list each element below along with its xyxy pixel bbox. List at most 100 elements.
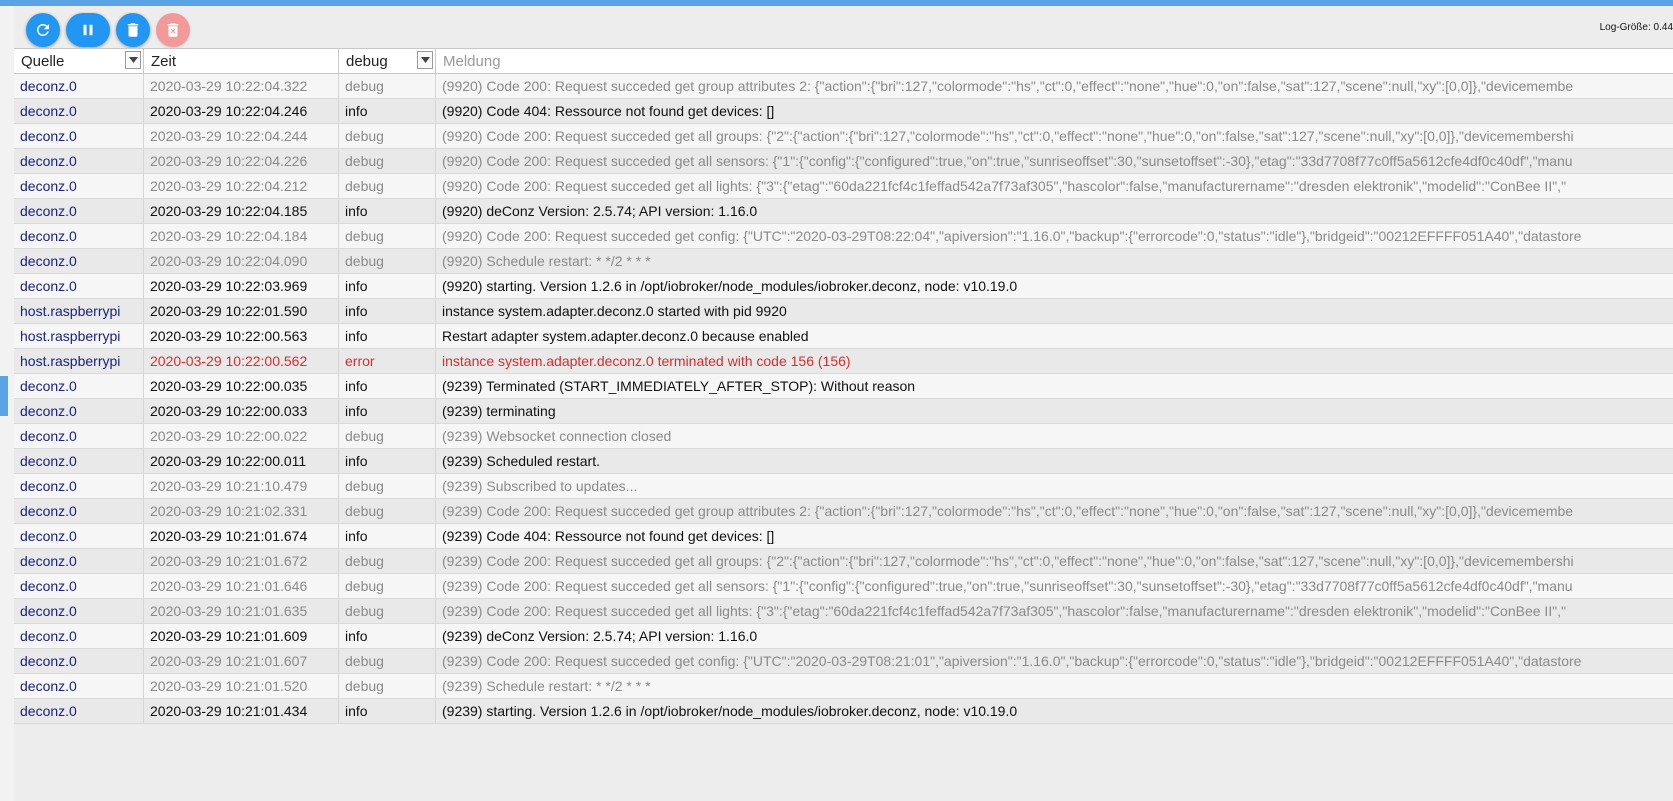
row-time: 2020-03-29 10:22:00.563 — [144, 324, 339, 348]
table-row[interactable]: deconz.0 2020-03-29 10:22:04.090 debug (992… — [14, 249, 1673, 274]
row-message: (9920) Code 200: Request succeded get al… — [442, 178, 1567, 194]
row-time: 2020-03-29 10:21:01.672 — [144, 549, 339, 573]
row-time: 2020-03-29 10:21:10.479 — [144, 474, 339, 498]
row-level: info — [339, 624, 436, 648]
pause-button[interactable] — [66, 13, 110, 47]
source-filter[interactable]: Quelle — [14, 49, 144, 73]
row-level: info — [339, 374, 436, 398]
table-row[interactable]: deconz.0 2020-03-29 10:21:02.331 debug (923… — [14, 499, 1673, 524]
table-row[interactable]: deconz.0 2020-03-29 10:21:10.479 debug (923… — [14, 474, 1673, 499]
row-message: (9239) Scheduled restart. — [442, 453, 600, 469]
row-level: info — [339, 299, 436, 323]
row-level: debug — [339, 424, 436, 448]
row-source: deconz.0 — [14, 174, 144, 198]
row-message: (9239) Code 200: Request succeded get al… — [442, 603, 1567, 619]
row-time: 2020-03-29 10:22:00.033 — [144, 399, 339, 423]
row-level: info — [339, 449, 436, 473]
clear-log-button[interactable] — [116, 13, 150, 47]
row-level: error — [339, 349, 436, 373]
message-filter-placeholder: Meldung — [443, 52, 501, 70]
table-row[interactable]: deconz.0 2020-03-29 10:21:01.672 debug (923… — [14, 549, 1673, 574]
log-toolbar — [26, 13, 190, 47]
table-row[interactable]: deconz.0 2020-03-29 10:22:00.011 info (9239… — [14, 449, 1673, 474]
row-message: (9920) deConz Version: 2.5.74; API versi… — [442, 203, 758, 219]
row-time: 2020-03-29 10:22:00.562 — [144, 349, 339, 373]
table-row[interactable]: deconz.0 2020-03-29 10:22:03.969 info (9920… — [14, 274, 1673, 299]
trash-icon — [127, 23, 139, 37]
row-message: Restart adapter system.adapter.deconz.0 … — [442, 328, 809, 344]
row-time: 2020-03-29 10:22:01.590 — [144, 299, 339, 323]
row-time: 2020-03-29 10:22:00.011 — [144, 449, 339, 473]
left-sidebar-active-marker — [0, 376, 8, 416]
row-time: 2020-03-29 10:21:01.520 — [144, 674, 339, 698]
row-level: info — [339, 199, 436, 223]
row-time: 2020-03-29 10:21:01.646 — [144, 574, 339, 598]
table-row[interactable]: deconz.0 2020-03-29 10:21:01.674 info (9239… — [14, 524, 1673, 549]
row-level: debug — [339, 674, 436, 698]
row-source: deconz.0 — [14, 99, 144, 123]
row-message: (9239) Code 200: Request succeded get co… — [442, 653, 1582, 669]
log-size-label: Log-Größe: 0.44 — [1599, 22, 1673, 33]
row-time: 2020-03-29 10:22:04.185 — [144, 199, 339, 223]
table-row[interactable]: deconz.0 2020-03-29 10:22:00.033 info (9239… — [14, 399, 1673, 424]
row-source: deconz.0 — [14, 424, 144, 448]
log-table: Quelle Zeit debug Meldung deconz.0 2020-0… — [14, 48, 1673, 724]
row-source: deconz.0 — [14, 224, 144, 248]
table-row[interactable]: deconz.0 2020-03-29 10:21:01.607 debug (923… — [14, 649, 1673, 674]
refresh-icon — [36, 23, 49, 36]
row-source: deconz.0 — [14, 274, 144, 298]
table-row[interactable]: deconz.0 2020-03-29 10:22:04.226 debug (992… — [14, 149, 1673, 174]
table-row[interactable]: deconz.0 2020-03-29 10:21:01.609 info (9239… — [14, 624, 1673, 649]
table-row[interactable]: deconz.0 2020-03-29 10:21:01.434 info (9239… — [14, 699, 1673, 724]
row-level: debug — [339, 499, 436, 523]
table-row[interactable]: deconz.0 2020-03-29 10:22:04.184 debug (992… — [14, 224, 1673, 249]
row-level: info — [339, 274, 436, 298]
table-row[interactable]: deconz.0 2020-03-29 10:22:00.022 debug (923… — [14, 424, 1673, 449]
delete-log-button[interactable] — [156, 13, 190, 47]
row-level: info — [339, 524, 436, 548]
row-source: deconz.0 — [14, 74, 144, 98]
level-filter[interactable]: debug — [339, 49, 436, 73]
row-message: (9920) Code 200: Request succeded get al… — [442, 128, 1574, 144]
chevron-down-icon[interactable] — [417, 51, 433, 69]
table-row[interactable]: deconz.0 2020-03-29 10:22:04.185 info (9920… — [14, 199, 1673, 224]
row-source: deconz.0 — [14, 624, 144, 648]
row-message: (9920) Schedule restart: * */2 * * * — [442, 253, 651, 269]
table-row[interactable]: deconz.0 2020-03-29 10:21:01.520 debug (923… — [14, 674, 1673, 699]
row-message: (9239) Code 404: Ressource not found get… — [442, 528, 775, 544]
row-message: (9239) Subscribed to updates... — [442, 478, 638, 494]
row-message: instance system.adapter.deconz.0 started… — [442, 303, 787, 319]
table-row[interactable]: deconz.0 2020-03-29 10:22:04.246 info (9920… — [14, 99, 1673, 124]
row-level: debug — [339, 149, 436, 173]
log-table-header: Quelle Zeit debug Meldung — [14, 48, 1673, 74]
row-level: debug — [339, 124, 436, 148]
row-message: (9239) Terminated (START_IMMEDIATELY_AFT… — [442, 378, 916, 394]
table-row[interactable]: host.raspberrypi 2020-03-29 10:22:00.562 e… — [14, 349, 1673, 374]
table-row[interactable]: deconz.0 2020-03-29 10:21:01.646 debug (923… — [14, 574, 1673, 599]
trash-x-icon — [167, 23, 179, 37]
table-row[interactable]: deconz.0 2020-03-29 10:22:00.035 info (9239… — [14, 374, 1673, 399]
row-source: deconz.0 — [14, 499, 144, 523]
window-top-bar — [0, 0, 1673, 6]
row-message: (9239) Code 200: Request succeded get gr… — [442, 503, 1574, 519]
row-level: debug — [339, 74, 436, 98]
time-filter[interactable]: Zeit — [144, 49, 339, 73]
row-time: 2020-03-29 10:22:04.226 — [144, 149, 339, 173]
row-source: deconz.0 — [14, 399, 144, 423]
table-row[interactable]: deconz.0 2020-03-29 10:21:01.635 debug (923… — [14, 599, 1673, 624]
row-level: debug — [339, 649, 436, 673]
chevron-down-icon[interactable] — [125, 51, 141, 69]
row-message: (9239) starting. Version 1.2.6 in /opt/i… — [442, 703, 1018, 719]
log-rows: deconz.0 2020-03-29 10:22:04.322 debug (992… — [14, 74, 1673, 724]
table-row[interactable]: host.raspberrypi 2020-03-29 10:22:00.563 i… — [14, 324, 1673, 349]
table-row[interactable]: host.raspberrypi 2020-03-29 10:22:01.590 i… — [14, 299, 1673, 324]
table-row[interactable]: deconz.0 2020-03-29 10:22:04.322 debug (992… — [14, 74, 1673, 99]
row-source: deconz.0 — [14, 474, 144, 498]
table-row[interactable]: deconz.0 2020-03-29 10:22:04.244 debug (992… — [14, 124, 1673, 149]
table-row[interactable]: deconz.0 2020-03-29 10:22:04.212 debug (992… — [14, 174, 1673, 199]
message-filter-input[interactable]: Meldung — [436, 49, 1673, 73]
refresh-button[interactable] — [26, 13, 60, 47]
row-message: (9920) Code 200: Request succeded get co… — [442, 228, 1582, 244]
time-filter-label: Zeit — [151, 52, 177, 70]
row-message: (9920) starting. Version 1.2.6 in /opt/i… — [442, 278, 1018, 294]
